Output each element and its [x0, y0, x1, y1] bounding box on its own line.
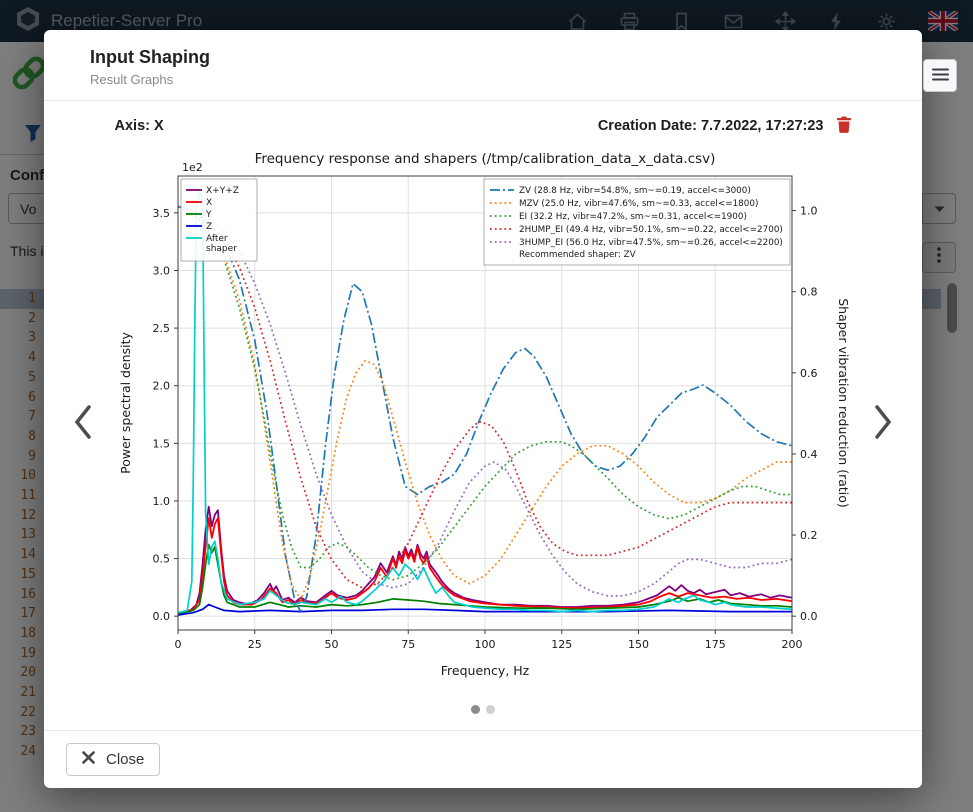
svg-text:X+Y+Z: X+Y+Z	[206, 186, 239, 196]
close-icon	[82, 751, 95, 768]
svg-text:Shaper vibration reduction (ra: Shaper vibration reduction (ratio)	[836, 298, 851, 508]
svg-text:X: X	[206, 198, 212, 208]
svg-text:1.5: 1.5	[152, 437, 170, 450]
svg-text:2HUMP_EI (49.4 Hz, vibr=50.1%,: 2HUMP_EI (49.4 Hz, vibr=50.1%, sm~=0.22,…	[519, 225, 783, 235]
svg-text:0.2: 0.2	[800, 529, 818, 542]
trash-icon	[836, 115, 852, 136]
input-shaping-dialog: Input Shaping Result Graphs Axis: X Crea…	[44, 30, 922, 788]
svg-text:0.8: 0.8	[800, 286, 818, 299]
svg-text:200: 200	[781, 638, 802, 651]
svg-text:2.0: 2.0	[152, 380, 170, 393]
svg-text:0.0: 0.0	[152, 610, 170, 623]
svg-text:3.5: 3.5	[152, 207, 170, 220]
svg-text:125: 125	[551, 638, 572, 651]
svg-text:100: 100	[474, 638, 495, 651]
svg-text:0: 0	[174, 638, 181, 651]
carousel-next-button[interactable]	[866, 401, 900, 445]
svg-text:1e2: 1e2	[182, 161, 203, 174]
hamburger-icon	[932, 68, 949, 84]
svg-text:Y: Y	[205, 210, 212, 220]
close-label: Close	[106, 751, 144, 768]
svg-text:Recommended shaper: ZV: Recommended shaper: ZV	[519, 250, 636, 260]
page: { "navbar": { "brand": "Repetier-Server …	[0, 0, 973, 812]
svg-text:0.4: 0.4	[800, 448, 818, 461]
result-chart: 0 25 50 75 100 125 150 175 200 0.0 0.5 1.0 1.5 2.0 2.5…	[115, 143, 852, 695]
delete-graph-button[interactable]	[836, 115, 852, 136]
dialog-subtitle: Result Graphs	[90, 72, 898, 87]
chevron-left-icon	[73, 404, 93, 443]
dialog-title: Input Shaping	[90, 46, 898, 68]
graph-meta-row: Axis: X Creation Date: 7.7.2022, 17:27:2…	[115, 115, 852, 136]
svg-text:175: 175	[704, 638, 725, 651]
svg-text:0.6: 0.6	[800, 367, 818, 380]
carousel-dots	[44, 705, 922, 714]
svg-text:After: After	[206, 234, 228, 244]
svg-text:2.5: 2.5	[152, 322, 170, 335]
svg-text:1.0: 1.0	[152, 495, 170, 508]
creation-date-label: Creation Date: 7.7.2022, 17:27:23	[598, 118, 824, 134]
svg-text:0.0: 0.0	[800, 610, 818, 623]
svg-text:75: 75	[401, 638, 415, 651]
carousel-dot[interactable]	[486, 705, 495, 714]
svg-text:ZV (28.8 Hz, vibr=54.8%, sm~=0: ZV (28.8 Hz, vibr=54.8%, sm~=0.19, accel…	[519, 186, 751, 196]
svg-text:Frequency response and shapers: Frequency response and shapers (/tmp/cal…	[254, 151, 715, 167]
svg-text:Z: Z	[206, 222, 212, 232]
dialog-footer: Close	[44, 730, 922, 788]
svg-text:shaper: shaper	[206, 244, 237, 254]
axis-label: Axis: X	[115, 118, 164, 134]
svg-text:1.0: 1.0	[800, 205, 818, 218]
dialog-header: Input Shaping Result Graphs	[44, 30, 922, 101]
svg-text:Power spectral density: Power spectral density	[118, 332, 133, 474]
svg-text:Frequency, Hz: Frequency, Hz	[440, 663, 529, 678]
chevron-right-icon	[873, 404, 893, 443]
svg-text:150: 150	[628, 638, 649, 651]
svg-text:25: 25	[247, 638, 261, 651]
svg-text:50: 50	[324, 638, 338, 651]
svg-text:3HUMP_EI (56.0 Hz, vibr=47.5%,: 3HUMP_EI (56.0 Hz, vibr=47.5%, sm~=0.26,…	[519, 238, 783, 248]
svg-text:0.5: 0.5	[152, 553, 170, 566]
carousel-dot[interactable]	[471, 705, 480, 714]
carousel-prev-button[interactable]	[66, 401, 100, 445]
graphs-menu-button[interactable]	[923, 59, 957, 92]
svg-text:EI (32.2 Hz, vibr=47.2%, sm~=0: EI (32.2 Hz, vibr=47.2%, sm~=0.31, accel…	[519, 212, 747, 222]
dialog-body: Axis: X Creation Date: 7.7.2022, 17:27:2…	[44, 101, 922, 730]
svg-text:3.0: 3.0	[152, 264, 170, 277]
svg-text:MZV (25.0 Hz, vibr=47.6%, sm~=: MZV (25.0 Hz, vibr=47.6%, sm~=0.33, acce…	[519, 199, 758, 209]
close-button[interactable]: Close	[66, 743, 160, 776]
